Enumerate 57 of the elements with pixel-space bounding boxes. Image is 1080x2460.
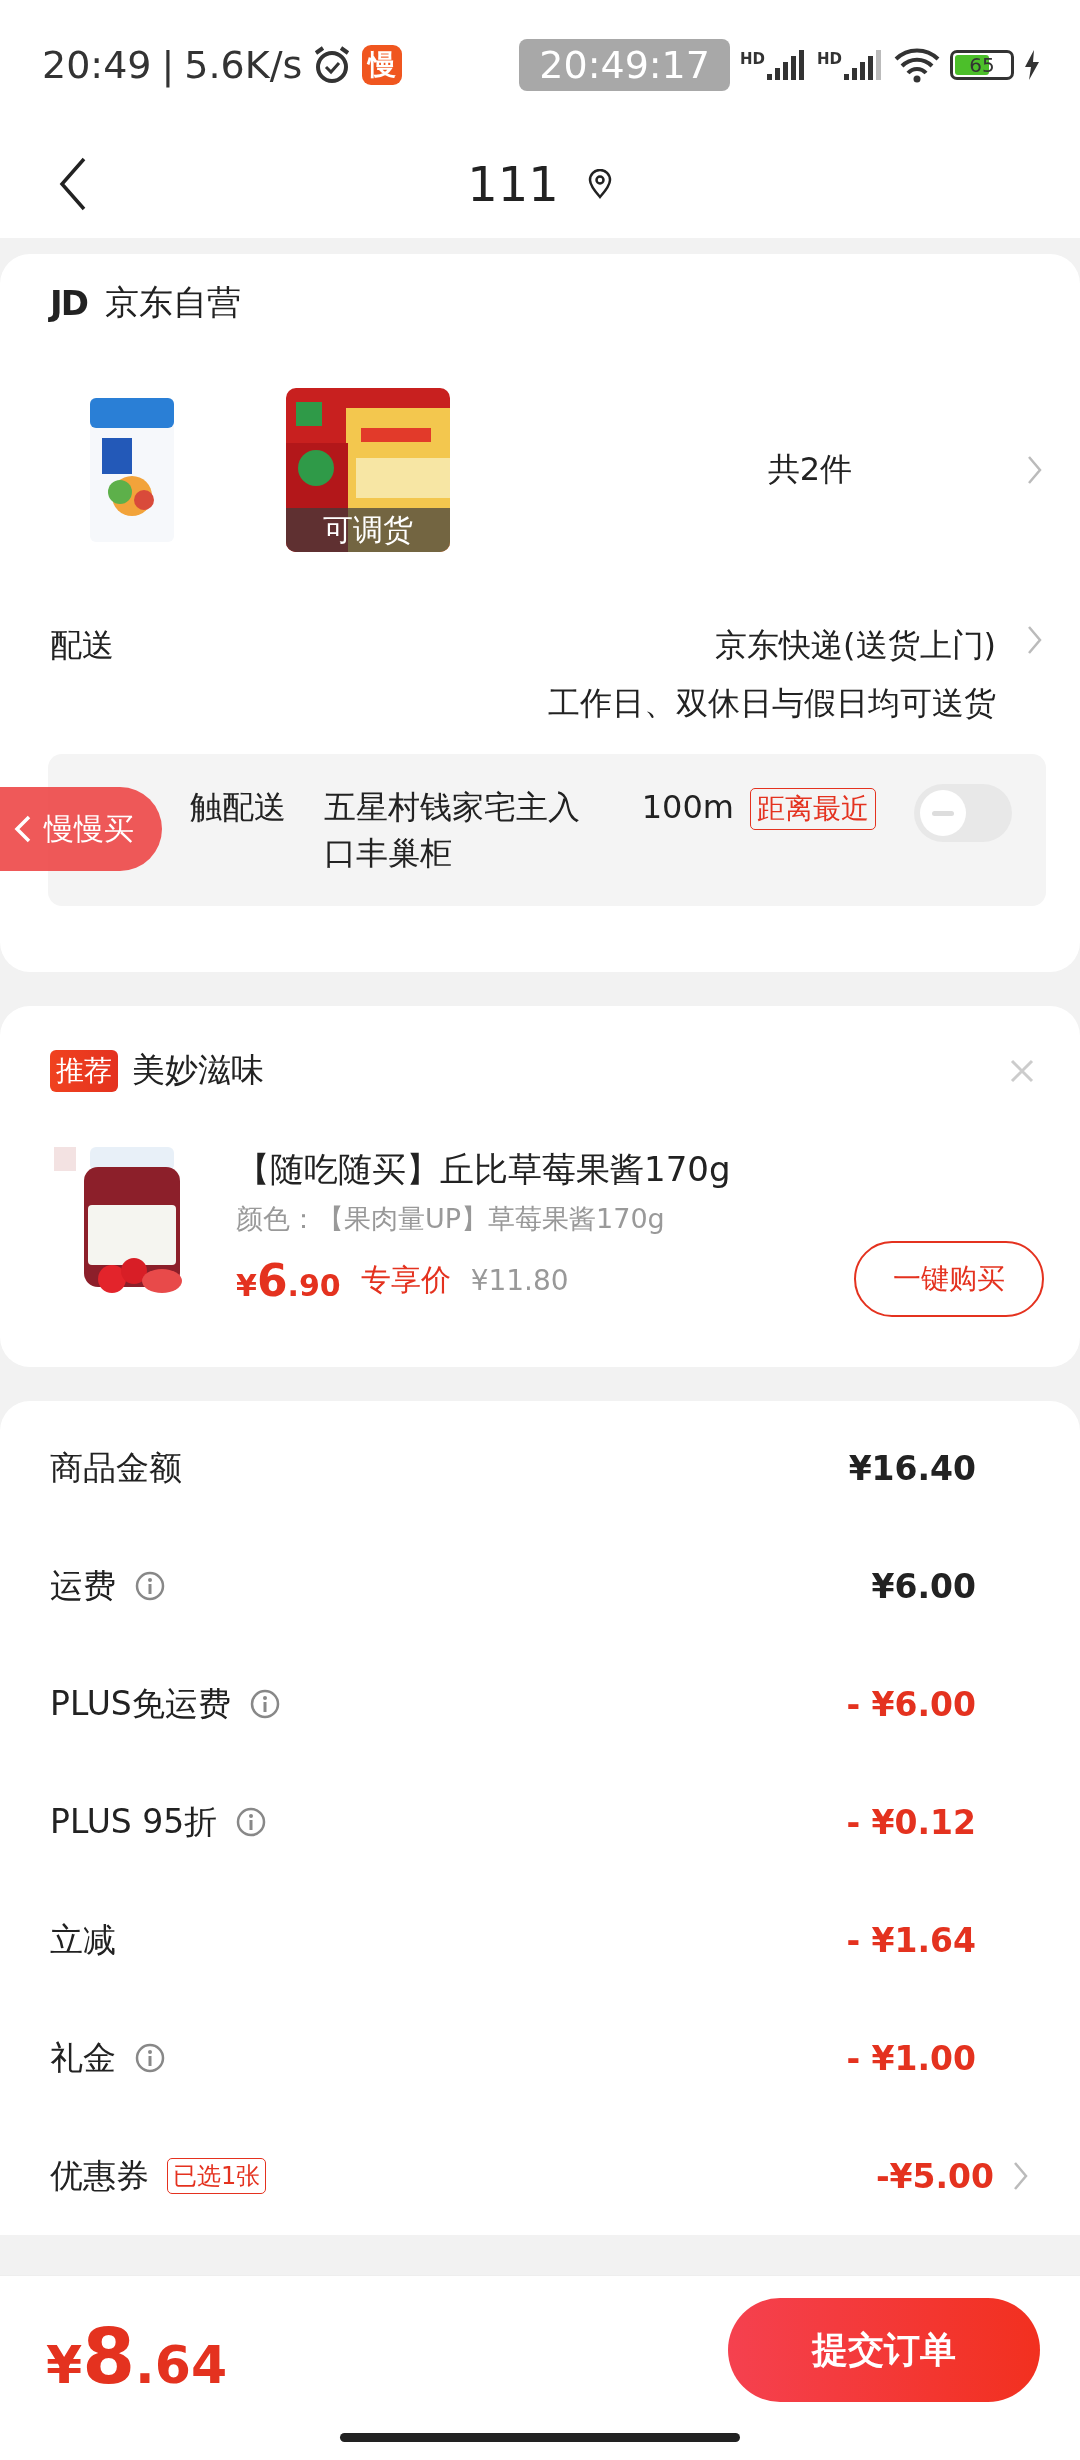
section-title: 美妙滋味 <box>132 1049 264 1091</box>
fee-amount: ¥6.00 <box>871 1566 976 1606</box>
info-icon[interactable] <box>248 1688 281 1720</box>
coupon-badge: 已选1张 <box>167 2158 267 2194</box>
fee-label: 礼金 <box>50 2036 116 2079</box>
network-type-label: HD <box>817 50 842 68</box>
chevron-left-icon <box>14 814 32 844</box>
store-logo: JD <box>50 283 87 323</box>
item-count[interactable]: 共2件 <box>767 448 852 492</box>
fee-amount: -¥5.00 <box>875 2156 994 2196</box>
chevron-icon <box>1026 624 1044 656</box>
fee-amount: ¥16.40 <box>848 1448 976 1488</box>
contactless-label: 触配送 <box>190 787 286 828</box>
product-spec: 颜色：【果肉量UP】草莓果酱170g <box>236 1202 666 1236</box>
network-speed: 5.6K/s <box>184 43 303 87</box>
fee-amount: - ¥0.12 <box>846 1802 976 1842</box>
page-title: 111 <box>467 156 559 212</box>
locker-distance: 100m <box>641 787 734 828</box>
charging-icon <box>1024 50 1040 80</box>
clock-pill: 20:49:17 <box>519 39 730 91</box>
back-icon[interactable] <box>58 156 88 212</box>
status-time: 20:49 <box>42 43 152 87</box>
fee-label: PLUS免运费 <box>50 1682 231 1725</box>
product-price: ¥6.90 <box>236 1255 341 1306</box>
info-icon[interactable] <box>134 2042 166 2074</box>
nearest-tag: 距离最近 <box>750 788 876 830</box>
location-pin-icon[interactable] <box>586 169 613 199</box>
status-separator: | <box>161 43 175 87</box>
fee-label: 立减 <box>50 1918 116 1961</box>
chevron-icon <box>1026 454 1044 486</box>
product-name[interactable]: 【随吃随买】丘比草莓果酱170g <box>236 1147 818 1193</box>
delivery-method[interactable]: 京东快递(送货上门) <box>715 624 996 668</box>
submit-order-button[interactable]: 提交订单 <box>728 2298 1040 2402</box>
stock-label: 可调货 <box>286 508 450 552</box>
info-icon[interactable] <box>134 1570 166 1602</box>
signal-icon <box>844 50 884 80</box>
info-icon[interactable] <box>235 1806 268 1838</box>
network-type-label: HD <box>739 50 765 68</box>
price-label: 专享价 <box>360 1261 451 1299</box>
delivery-label: 配送 <box>50 625 114 666</box>
quick-buy-button[interactable]: 一键购买 <box>854 1241 1044 1317</box>
fee-amount: - ¥6.00 <box>846 1684 976 1724</box>
fee-amount: - ¥1.00 <box>846 2038 976 2078</box>
total-price: ¥8.64 <box>46 2312 228 2401</box>
signal-icon <box>767 50 807 80</box>
fee-amount: - ¥1.64 <box>846 1920 976 1960</box>
store-name: 京东自营 <box>104 281 241 324</box>
delivery-note: 工作日、双休日与假日均可送货 <box>548 683 996 724</box>
fee-label: 优惠券 <box>50 2154 149 2197</box>
wifi-icon <box>894 47 940 83</box>
recommend-tag: 推荐 <box>50 1049 118 1092</box>
fee-label: 运费 <box>50 1564 116 1607</box>
fee-label: PLUS 95折 <box>50 1800 218 1843</box>
locker-address: 五星村钱家宅主入口丰巢柜 <box>324 787 581 874</box>
original-price: ¥11.80 <box>470 1264 569 1297</box>
fee-label: 商品金额 <box>50 1446 182 1489</box>
app-notification-icon: 慢 <box>362 45 403 85</box>
